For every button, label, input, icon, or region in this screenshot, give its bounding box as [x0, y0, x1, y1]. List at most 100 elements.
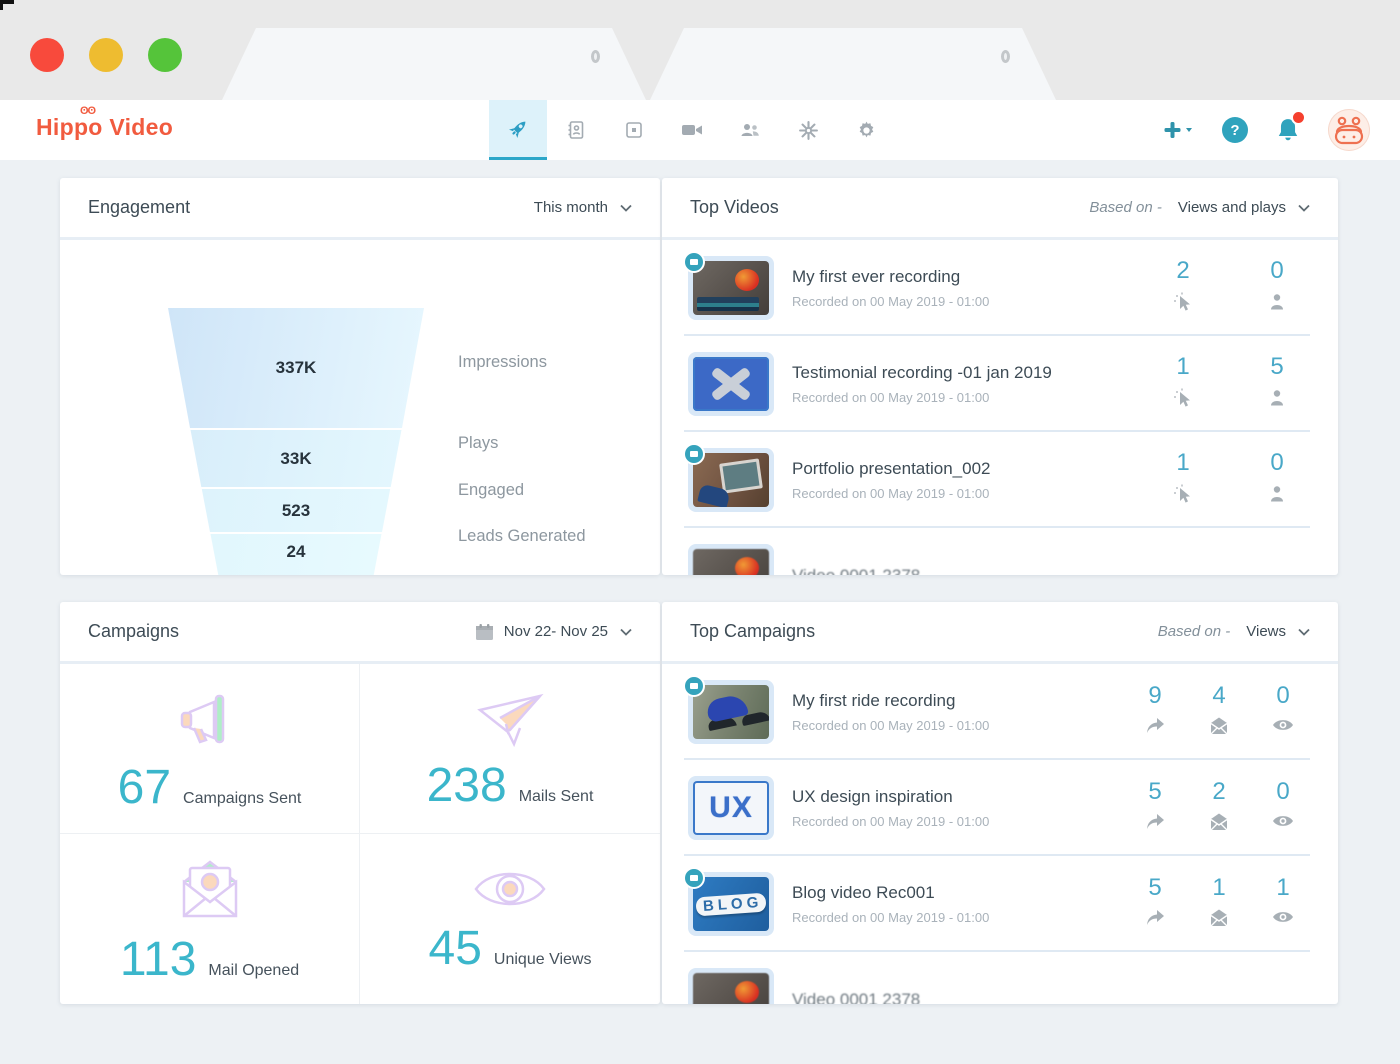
- screen-artifact: [0, 0, 14, 4]
- mail-open-icon: [176, 856, 244, 922]
- panel-title: Campaigns: [88, 621, 179, 642]
- campaign-thumbnail[interactable]: UX: [688, 776, 774, 840]
- tab-close-icon[interactable]: [591, 50, 600, 63]
- chevron-down-icon[interactable]: [620, 628, 632, 636]
- mail-opened-cell: 113 Mail Opened: [60, 834, 360, 1004]
- app-header: Hippo Video ʘʘ: [0, 100, 1400, 160]
- chevron-down-icon[interactable]: [620, 204, 632, 212]
- video-thumbnail[interactable]: [688, 448, 774, 512]
- campaign-row[interactable]: BLOG Blog video Rec001 Recorded on 00 Ma…: [662, 856, 1338, 952]
- video-badge-icon: [683, 675, 705, 697]
- stat-label: Mail Opened: [208, 962, 299, 980]
- top-campaigns-panel: Top Campaigns Based on - Views My first …: [662, 602, 1338, 1004]
- funnel-value: 24: [287, 542, 306, 562]
- video-row[interactable]: Portfolio presentation_002 Recorded on 0…: [662, 432, 1338, 528]
- nav-videos[interactable]: [663, 100, 721, 160]
- funnel-segment-engaged: 523: [168, 489, 424, 532]
- video-row[interactable]: Video 0001 2378 0 0: [662, 528, 1338, 575]
- calendar-icon: [475, 623, 494, 641]
- video-row[interactable]: Testimonial recording -01 jan 2019 Recor…: [662, 336, 1338, 432]
- campaign-row[interactable]: UX UX design inspiration Recorded on 00 …: [662, 760, 1338, 856]
- nav-settings[interactable]: [837, 100, 895, 160]
- shares-count: 5: [1132, 1003, 1178, 1004]
- add-icon: [1164, 121, 1194, 139]
- videos-filter-dropdown[interactable]: Views and plays: [1178, 199, 1286, 216]
- video-title: Video 0001 2378: [792, 566, 1150, 575]
- shares-count: 5: [1132, 780, 1178, 804]
- campaign-thumbnail[interactable]: [688, 968, 774, 1004]
- video-thumbnail[interactable]: [688, 544, 774, 575]
- nav-contacts[interactable]: [547, 100, 605, 160]
- record-icon: [624, 120, 644, 140]
- clicks-count: 1: [1160, 355, 1206, 379]
- eye-icon: [472, 867, 548, 911]
- shares-count: 9: [1132, 684, 1178, 708]
- panel-title: Top Videos: [690, 197, 779, 218]
- share-icon: [1145, 717, 1165, 735]
- notifications-button[interactable]: [1276, 117, 1300, 143]
- nav-team[interactable]: [721, 100, 779, 160]
- viewer-icon: [1268, 388, 1286, 408]
- chevron-down-icon[interactable]: [1298, 204, 1310, 212]
- engagement-header: Engagement This month: [60, 178, 660, 240]
- funnel-labels: Impressions Plays Engaged Leads Generate…: [458, 308, 586, 575]
- engagement-funnel: 337K 33K 523 24 Impressions Plays Engage…: [60, 240, 660, 575]
- maximize-window-button[interactable]: [148, 38, 182, 72]
- video-recorded-date: Recorded on 00 May 2019 - 01:00: [792, 390, 1150, 405]
- campaign-row[interactable]: Video 0001 2378 5 4 0: [662, 952, 1338, 1004]
- campaign-thumbnail[interactable]: [688, 680, 774, 744]
- notification-badge: [1291, 110, 1306, 125]
- minimize-window-button[interactable]: [89, 38, 123, 72]
- stat-value: 113: [120, 938, 197, 981]
- clicks-count: 1: [1160, 451, 1206, 475]
- campaign-thumbnail[interactable]: BLOG: [688, 872, 774, 936]
- nav-dashboard-rocket[interactable]: [489, 100, 547, 160]
- views-count: 0: [1260, 1003, 1306, 1004]
- top-videos-panel: Top Videos Based on - Views and plays My…: [662, 178, 1338, 575]
- chevron-down-icon[interactable]: [1298, 628, 1310, 636]
- question-mark-icon: ?: [1230, 122, 1239, 139]
- campaign-recorded-date: Recorded on 00 May 2019 - 01:00: [792, 814, 1122, 829]
- close-window-button[interactable]: [30, 38, 64, 72]
- stat-value: 238: [427, 764, 507, 807]
- top-videos-header: Top Videos Based on - Views and plays: [662, 178, 1338, 240]
- window-chrome: [0, 0, 1400, 100]
- tab-close-icon[interactable]: [1001, 50, 1010, 63]
- unique-views-cell: 45 Unique Views: [360, 834, 660, 1004]
- header-actions: ?: [1164, 100, 1370, 160]
- viewers-count: 5: [1254, 355, 1300, 379]
- funnel-value: 33K: [280, 449, 311, 469]
- team-icon: [739, 120, 761, 140]
- panel-title: Top Campaigns: [690, 621, 815, 642]
- stat-label: Campaigns Sent: [183, 790, 301, 808]
- browser-tab-1[interactable]: [222, 28, 646, 100]
- viewers-count: 0: [1254, 451, 1300, 475]
- add-new-button[interactable]: [1164, 121, 1194, 139]
- settings-icon: [856, 120, 877, 141]
- camera-icon: [680, 120, 704, 140]
- panel-title: Engagement: [88, 197, 190, 218]
- campaigns-filter-dropdown[interactable]: Views: [1246, 623, 1286, 640]
- campaign-stats-grid: 67 Campaigns Sent 238 Mails Sent: [60, 664, 660, 1004]
- nav-record[interactable]: [605, 100, 663, 160]
- campaign-row[interactable]: My first ride recording Recorded on 00 M…: [662, 664, 1338, 760]
- video-row[interactable]: My first ever recording Recorded on 00 M…: [662, 240, 1338, 336]
- user-avatar[interactable]: [1328, 109, 1370, 151]
- viewer-icon: [1268, 484, 1286, 504]
- app-logo[interactable]: Hippo Video ʘʘ: [36, 114, 173, 141]
- hippo-ears-icon: ʘʘ: [80, 105, 95, 117]
- engagement-panel: Engagement This month 337K 33K 523 24 Im…: [60, 178, 660, 575]
- browser-tab-2[interactable]: [650, 28, 1056, 100]
- video-thumbnail[interactable]: [688, 256, 774, 320]
- period-dropdown[interactable]: This month: [534, 199, 608, 216]
- date-range-dropdown[interactable]: Nov 22- Nov 25: [504, 623, 608, 640]
- video-thumbnail[interactable]: [688, 352, 774, 416]
- campaigns-sent-cell: 67 Campaigns Sent: [60, 664, 360, 834]
- campaign-recorded-date: Recorded on 00 May 2019 - 01:00: [792, 910, 1122, 925]
- based-on-label: Based on -: [1089, 199, 1162, 216]
- opens-count: 2: [1196, 780, 1242, 804]
- video-badge-icon: [683, 443, 705, 465]
- video-title: Portfolio presentation_002: [792, 459, 1150, 479]
- nav-integrations[interactable]: [779, 100, 837, 160]
- help-button[interactable]: ?: [1222, 117, 1248, 143]
